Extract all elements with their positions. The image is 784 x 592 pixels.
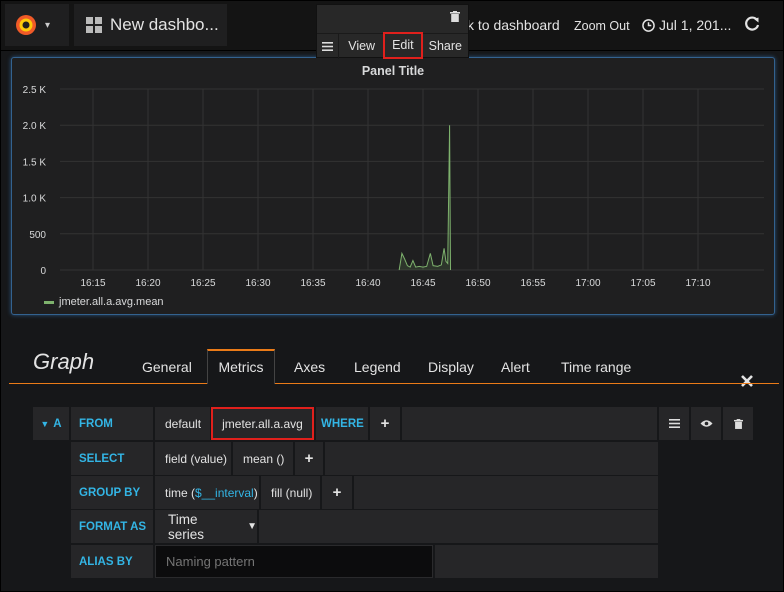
x-tick-label: 16:20	[135, 278, 160, 289]
from-label: FROM	[71, 407, 153, 440]
editor-tabs: General Metrics Axes Legend Display Aler…	[1, 349, 783, 387]
from-row-filler	[402, 407, 657, 440]
tab-underline	[9, 383, 779, 384]
format-as-value: Time series	[168, 511, 205, 542]
group-by-time-segment[interactable]: time ($__interval)	[155, 476, 259, 509]
query-row-group-by: GROUP BY time ($__interval) fill (null) …	[33, 476, 658, 509]
legend-item[interactable]: jmeter.all.a.avg.mean	[44, 296, 164, 308]
x-tick-label: 16:55	[520, 278, 545, 289]
x-tick-label: 17:10	[685, 278, 710, 289]
alias-by-row-filler	[435, 545, 658, 578]
alias-by-input[interactable]	[155, 545, 433, 578]
add-group-by-button[interactable]: +	[322, 476, 352, 509]
caret-down-icon: ▾	[45, 19, 51, 31]
graph-chart[interactable]: 0 500 1.0 K 1.5 K 2.0 K 2.5 K 16:15 16:20 16:25 1…	[12, 58, 776, 294]
retention-policy-segment[interactable]: default	[155, 407, 210, 440]
legend-series-name: jmeter.all.a.avg.mean	[59, 296, 164, 308]
query-menu-button[interactable]	[659, 407, 689, 440]
x-tick-label: 17:05	[630, 278, 655, 289]
close-icon[interactable]	[740, 374, 754, 388]
group-time-interval: $__interval	[195, 485, 254, 500]
query-ref-toggle[interactable]: ▼ A	[33, 407, 69, 440]
y-tick-label: 1.5 K	[23, 157, 47, 168]
panel-menu-edit[interactable]: Edit	[383, 31, 423, 59]
tab-general[interactable]: General	[142, 359, 192, 375]
select-row-filler	[325, 442, 658, 475]
add-where-button[interactable]: +	[370, 407, 400, 440]
tab-alert[interactable]: Alert	[501, 359, 530, 375]
toggle-query-visibility-button[interactable]	[691, 407, 721, 440]
trash-icon	[733, 418, 743, 429]
hamburger-icon	[668, 419, 680, 428]
where-label: WHERE	[316, 407, 368, 440]
panel-menu-row: View Edit Share	[317, 31, 468, 59]
y-tick-label: 2.0 K	[23, 121, 47, 132]
group-time-prefix: time (	[165, 485, 195, 500]
group-by-row-filler	[354, 476, 658, 509]
group-time-suffix: )	[253, 485, 258, 500]
eye-icon	[700, 420, 712, 427]
tab-display[interactable]: Display	[428, 359, 474, 375]
select-field-segment[interactable]: field (value)	[155, 442, 231, 475]
time-range-picker[interactable]: Jul 1, 201...	[642, 17, 731, 33]
select-function-segment[interactable]: mean ()	[233, 442, 293, 475]
hamburger-icon	[322, 41, 334, 51]
zoom-out-button[interactable]: Zoom Out	[574, 19, 630, 33]
select-label: SELECT	[71, 442, 153, 475]
grafana-logo-icon	[16, 15, 36, 35]
format-as-select[interactable]: Time series ▼	[155, 510, 257, 543]
back-to-dashboard-link[interactable]: k to dashboard	[467, 17, 560, 33]
tab-axes[interactable]: Axes	[294, 359, 325, 375]
dashboard-title-button[interactable]: New dashbo...	[74, 4, 227, 46]
panel-menu-share[interactable]: Share	[423, 34, 468, 59]
group-by-label: GROUP BY	[71, 476, 153, 509]
trash-icon[interactable]	[450, 11, 460, 22]
x-tick-label: 16:25	[190, 278, 215, 289]
refresh-icon[interactable]	[743, 15, 761, 33]
panel-editor: Graph General Metrics Axes Legend Displa…	[1, 331, 783, 591]
x-tick-label: 16:30	[245, 278, 270, 289]
measurement-segment[interactable]: jmeter.all.a.avg	[211, 407, 314, 440]
x-tick-label: 16:15	[80, 278, 105, 289]
add-select-button[interactable]: +	[295, 442, 323, 475]
caret-down-icon: ▼	[40, 418, 50, 429]
query-row-select: SELECT field (value) mean () +	[33, 442, 658, 475]
x-tick-label: 16:50	[465, 278, 490, 289]
grafana-window: ▾ New dashbo... k to dashboard Zoom Out …	[0, 0, 784, 592]
clock-icon	[642, 18, 655, 32]
format-as-row-filler	[259, 510, 658, 543]
dashboard-grid-icon	[86, 17, 102, 33]
y-tick-label: 0	[40, 266, 46, 277]
x-tick-label: 16:45	[410, 278, 435, 289]
y-tick-label: 2.5 K	[23, 85, 47, 96]
time-range-label: Jul 1, 201...	[659, 17, 732, 33]
query-ref-id: A	[53, 417, 62, 430]
panel-menu: View Edit Share	[316, 4, 469, 59]
caret-down-icon: ▼	[247, 521, 257, 532]
legend-color-swatch[interactable]	[44, 300, 54, 304]
tab-metrics[interactable]: Metrics	[207, 349, 275, 384]
graph-panel[interactable]: Panel Title 0 500 1.0 K 1.5 K 2.0 K 2.5 K 16:1…	[11, 57, 775, 315]
separator-band	[1, 319, 783, 331]
panel-menu-hamburger[interactable]	[317, 33, 340, 59]
remove-query-button[interactable]	[723, 407, 753, 440]
tab-legend[interactable]: Legend	[354, 359, 401, 375]
format-as-label: FORMAT AS	[71, 510, 153, 543]
grafana-menu-button[interactable]: ▾	[5, 4, 69, 46]
query-row-format-as: FORMAT AS Time series ▼	[33, 510, 658, 543]
query-row-alias-by: ALIAS BY	[33, 545, 658, 578]
dashboard-title: New dashbo...	[110, 15, 219, 34]
x-tick-label: 16:35	[300, 278, 325, 289]
panel-menu-view[interactable]: View	[339, 34, 383, 59]
alias-by-label: ALIAS BY	[71, 545, 153, 578]
x-tick-label: 16:40	[355, 278, 380, 289]
query-row-from: ▼ A FROM default jmeter.all.a.avg WHERE …	[33, 407, 753, 440]
y-tick-label: 500	[29, 230, 46, 241]
x-tick-label: 17:00	[575, 278, 600, 289]
group-by-fill-segment[interactable]: fill (null)	[261, 476, 320, 509]
tab-time-range[interactable]: Time range	[561, 359, 631, 375]
y-tick-label: 1.0 K	[23, 194, 47, 205]
